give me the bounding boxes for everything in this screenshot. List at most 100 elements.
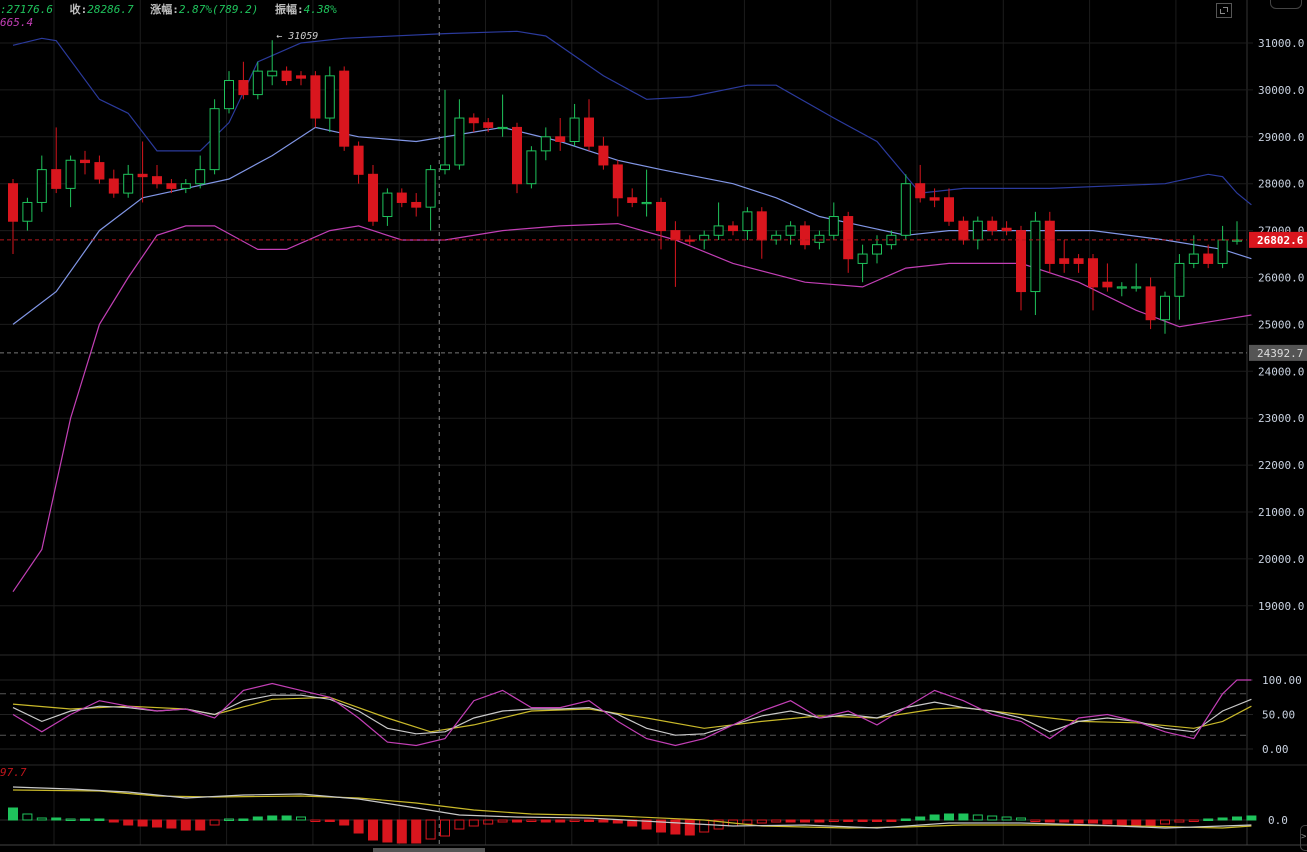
macd-histogram-bar (238, 818, 249, 821)
candle-body (857, 253, 868, 264)
candle-body (555, 136, 566, 142)
macd-histogram-bar (526, 819, 537, 822)
candle-body (771, 234, 782, 241)
time-scrollbar[interactable] (373, 848, 485, 852)
candle (468, 113, 479, 133)
candle-body (209, 108, 220, 171)
expand-icon[interactable] (1216, 3, 1232, 18)
macd-histogram-bar (195, 819, 206, 831)
candle-body (987, 220, 998, 232)
candle (353, 141, 364, 184)
candle-body (1188, 253, 1199, 264)
candle (785, 221, 796, 245)
candle-body (440, 164, 450, 171)
candle-body (238, 80, 249, 96)
candle (94, 155, 105, 184)
candle-body (1160, 295, 1170, 321)
macd-histogram-bar (699, 819, 710, 833)
macd-histogram-bar (382, 819, 393, 843)
candle (1116, 282, 1127, 297)
candle (411, 193, 422, 217)
macd-histogram-bar (267, 815, 278, 821)
macd-histogram-bar (1232, 816, 1242, 821)
macd-histogram-bar (598, 819, 609, 823)
macd-histogram-bar (1203, 818, 1214, 821)
macd-histogram-bar (22, 813, 33, 821)
kdj-tick-label: 50.00 (1262, 709, 1295, 722)
candle (612, 160, 623, 217)
candle (598, 136, 609, 170)
macd-histogram-bar (1246, 815, 1257, 821)
macd-histogram-bar (1217, 817, 1228, 821)
candle-body (267, 70, 278, 77)
candle-body (569, 117, 580, 142)
macd-histogram-bar (1116, 819, 1127, 826)
macd-histogram-bar (468, 819, 479, 827)
candle-body (929, 197, 940, 201)
candle-body (1174, 262, 1185, 297)
macd-histogram-bar (857, 819, 868, 822)
candle-body (497, 126, 508, 130)
macd-histogram-bar (252, 816, 263, 821)
candle (180, 179, 191, 194)
amplitude-value: 4.38% (303, 3, 337, 16)
side-panel-toggle[interactable]: > (1300, 825, 1307, 851)
candle (584, 99, 594, 151)
price-tick-label: 22000.0 (1258, 459, 1304, 472)
candle-body (800, 225, 810, 246)
macd-histogram-bar (339, 819, 350, 826)
macd-histogram-bar (612, 819, 623, 824)
candle-body (612, 164, 623, 199)
candle (1203, 244, 1214, 269)
macd-histogram-bar (1160, 819, 1170, 825)
candle (1016, 225, 1026, 311)
candle-body (742, 211, 753, 232)
candle-body (324, 75, 335, 119)
collapse-up-button[interactable]: ^ (1270, 0, 1302, 9)
candle (281, 66, 292, 86)
macd-histogram-bar (1030, 819, 1041, 822)
candle-body (454, 117, 465, 166)
macd-histogram-bar (555, 819, 566, 823)
price-tick-label: 20000.0 (1258, 553, 1304, 566)
macd-histogram-bar (353, 819, 364, 834)
candle (627, 188, 638, 208)
price-tick-label: 26000.0 (1258, 272, 1304, 285)
candle (22, 197, 33, 231)
price-tick-label: 21000.0 (1258, 506, 1304, 519)
macd-histogram-bar (1131, 819, 1142, 827)
macd-histogram-bar (324, 819, 335, 822)
candle-body (627, 197, 638, 203)
macd-histogram-bar (771, 819, 782, 823)
macd-histogram-bar (1016, 817, 1026, 821)
candle (382, 188, 393, 226)
candle (425, 164, 436, 231)
marker-price-label: 24392.7 (1257, 347, 1303, 360)
candle-body (51, 169, 62, 189)
change-label: 涨幅: (150, 3, 179, 16)
candle (771, 230, 782, 245)
macd-histogram-bar (497, 819, 508, 823)
candle (800, 221, 810, 250)
candle-body (425, 169, 436, 208)
candle-body (1059, 258, 1070, 264)
candle (713, 202, 724, 240)
candle (108, 169, 119, 198)
candle (152, 164, 162, 189)
kline-chart[interactable]: 31000.030000.029000.028000.027000.026000… (0, 0, 1307, 852)
candle-body (1001, 227, 1012, 232)
candle-body (526, 150, 537, 185)
candle (224, 71, 234, 114)
candle (8, 179, 18, 255)
macd-histogram-bar (785, 819, 796, 823)
candle-body (1044, 220, 1055, 264)
price-tick-label: 31000.0 (1258, 37, 1304, 50)
macd-histogram-bar (814, 819, 825, 823)
candle (756, 207, 767, 259)
macd-histogram-bar (915, 816, 926, 821)
candle (1044, 211, 1055, 273)
candle (123, 164, 134, 198)
boll-lower-line (12, 222, 1252, 593)
candle (1217, 225, 1228, 269)
candle-body (1217, 239, 1228, 264)
